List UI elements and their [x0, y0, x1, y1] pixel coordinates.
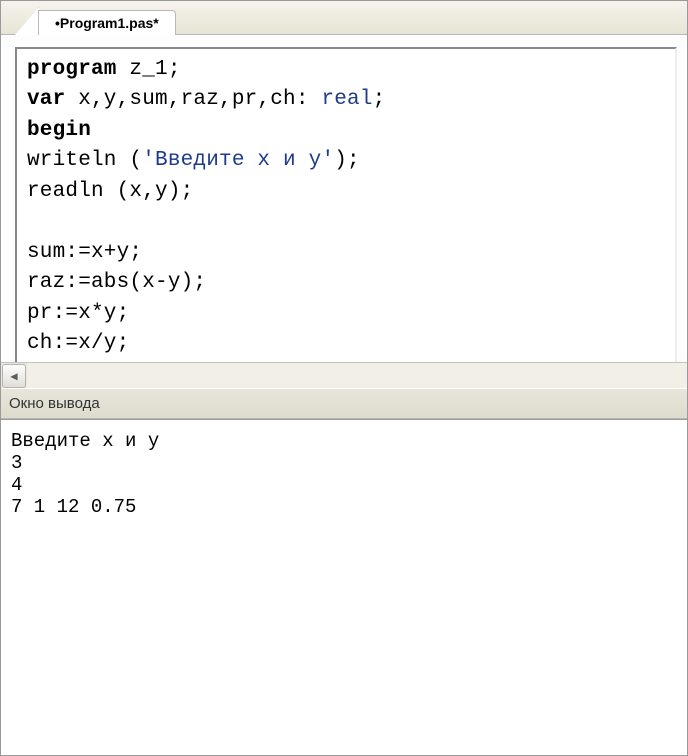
code-text: writeln ( — [27, 149, 142, 172]
code-text: sum:=x+y; — [27, 241, 142, 264]
file-tab[interactable]: •Program1.pas* — [38, 10, 176, 35]
code-keyword: begin — [27, 119, 91, 142]
code-type: real — [321, 88, 372, 111]
output-line: 3 — [11, 452, 22, 474]
editor-wrap: program z_1; var x,y,sum,raz,pr,ch: real… — [1, 35, 687, 362]
output-line: Введите x и y — [11, 430, 159, 452]
horizontal-scrollbar[interactable]: ◀ — [1, 362, 687, 388]
code-editor[interactable]: program z_1; var x,y,sum,raz,pr,ch: real… — [15, 47, 677, 362]
code-text: pr:=x*y; — [27, 302, 129, 325]
code-text: z_1; — [117, 58, 181, 81]
code-text: ); — [334, 149, 360, 172]
tab-bar: •Program1.pas* — [1, 1, 687, 35]
tab-slant — [15, 7, 39, 35]
output-panel-title: Окно вывода — [1, 388, 687, 419]
code-text: x,y,sum,raz,pr,ch: — [65, 88, 321, 111]
code-keyword: var — [27, 88, 65, 111]
output-area: Введите x и y 3 4 7 1 12 0.75 — [1, 419, 687, 755]
code-keyword: program — [27, 58, 117, 81]
scroll-track[interactable] — [27, 363, 687, 388]
scroll-left-button[interactable]: ◀ — [2, 364, 26, 388]
code-text: ch:=x/y; — [27, 332, 129, 355]
output-line: 4 — [11, 474, 22, 496]
ide-window: •Program1.pas* program z_1; var x,y,sum,… — [0, 0, 688, 756]
chevron-left-icon: ◀ — [10, 369, 17, 384]
code-string: 'Введите x и y' — [142, 149, 334, 172]
output-line: 7 1 12 0.75 — [11, 496, 136, 518]
code-text: readln (x,y); — [27, 180, 193, 203]
code-text: ; — [373, 88, 386, 111]
code-text: raz:=abs(x-y); — [27, 271, 206, 294]
